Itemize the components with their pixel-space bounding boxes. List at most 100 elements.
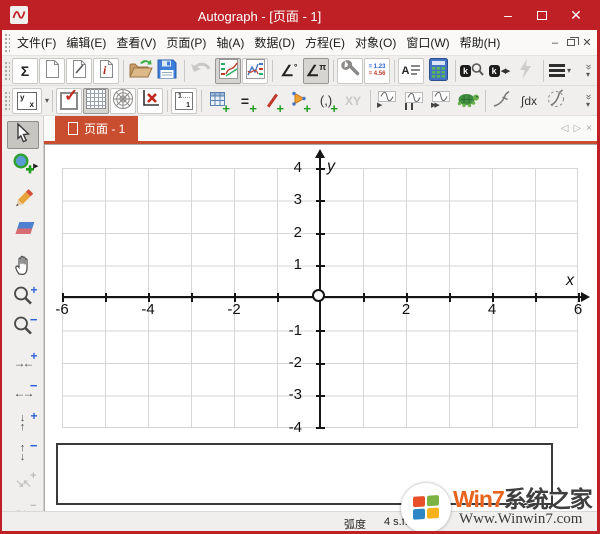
zoom-in-x-button[interactable]: →←+ — [7, 349, 39, 377]
degrees-mode-button[interactable]: ∠° — [276, 58, 302, 84]
zoom-out-button[interactable]: − — [7, 313, 39, 341]
cursor-arrow-icon — [13, 122, 33, 149]
main-area: ▶ + − →←+ ←→− ↓↑+ ↑↓− ↘↖+ ↖↘− » ▶ — [2, 116, 597, 511]
select-mode-button[interactable] — [7, 121, 39, 149]
minimize-button[interactable]: – — [491, 2, 525, 28]
pencil-draw-button[interactable] — [7, 187, 39, 215]
mdi-restore-button[interactable] — [563, 35, 579, 51]
show-grid-button[interactable] — [83, 88, 109, 114]
edit-axes-button[interactable]: yx — [12, 88, 42, 114]
calculator-button[interactable] — [425, 58, 451, 84]
arrows-out-icon: ←→ — [14, 386, 32, 400]
tools-sidebar: ▶ + − →←+ ←→− ↓↑+ ↑↓− ↘↖+ ↖↘− » ▶ — [2, 116, 44, 511]
fast-plot-button[interactable] — [513, 58, 539, 84]
toolbar-standard: Σ i ∠° ∠π = 1.23= 4.56 A k k◀▶ ▾ »▾ — [2, 56, 597, 86]
zoom-in-xy-button[interactable]: ↘↖+ — [7, 469, 39, 497]
statistics-sigma-button[interactable]: Σ — [12, 58, 38, 84]
overflow-arrow-icon: ▾ — [586, 101, 590, 109]
polar-grid-button[interactable] — [110, 88, 136, 114]
menu-file[interactable]: 文件(F) — [12, 34, 61, 51]
mdi-minimize-button[interactable]: – — [547, 35, 563, 51]
checkbox-check-icon: ✓ — [60, 92, 78, 110]
menu-view[interactable]: 查看(V) — [111, 34, 161, 51]
zoom-in-button[interactable]: + — [7, 283, 39, 311]
data-page-style-button[interactable] — [242, 58, 268, 84]
add-coordinates-button[interactable]: (,)+ — [313, 88, 339, 114]
x-tick-label: -4 — [141, 301, 154, 318]
maximize-button[interactable] — [525, 2, 559, 28]
plus-glyph: + — [30, 409, 37, 423]
menu-page[interactable]: 页面(P) — [161, 34, 211, 51]
animation-fast-forward-button[interactable]: ▶▶ — [428, 88, 454, 114]
window-title: Autograph - [页面 - 1] — [28, 6, 491, 25]
flyout-arrow-icon: ▶ — [33, 162, 38, 170]
add-equation-button[interactable]: =+ — [232, 88, 258, 114]
menu-equation[interactable]: 方程(E) — [300, 34, 350, 51]
xy-attributes-button[interactable]: XY — [340, 88, 366, 114]
toolbar2-overflow-button[interactable]: »▾ — [581, 93, 595, 109]
menu-window[interactable]: 窗口(W) — [401, 34, 454, 51]
new-page-button[interactable] — [39, 58, 65, 84]
menu-axes[interactable]: 轴(A) — [211, 34, 249, 51]
window-controls: – ✕ — [491, 2, 593, 28]
toolbar1-overflow-button[interactable]: »▾ — [581, 63, 595, 79]
menubar-grip[interactable] — [4, 33, 10, 53]
eraser-button[interactable] — [7, 217, 39, 245]
zoom-in-y-button[interactable]: ↓↑+ — [7, 409, 39, 437]
tab-page-1[interactable]: 页面 - 1 — [55, 116, 138, 141]
graph-page-style-button[interactable] — [215, 58, 241, 84]
close-page-button[interactable]: × — [586, 123, 592, 134]
radians-mode-button[interactable]: ∠π — [303, 58, 329, 84]
page-info-button[interactable]: i — [93, 58, 119, 84]
animation-pause-button[interactable] — [401, 88, 427, 114]
pencil-icon — [11, 187, 35, 216]
scribble-button[interactable] — [543, 88, 569, 114]
open-file-button[interactable] — [127, 58, 153, 84]
pan-hand-button[interactable] — [7, 253, 39, 281]
equal-aspect-button[interactable]: 11 — [171, 88, 197, 114]
decimal-places-button[interactable]: = 1.23= 4.56 — [364, 58, 390, 84]
whiteboard-pen-button[interactable] — [489, 88, 515, 114]
prev-page-button[interactable]: ◁ — [561, 123, 569, 134]
angle-degree-icon: ∠° — [280, 62, 297, 80]
text-box-button[interactable]: A — [398, 58, 424, 84]
next-page-button[interactable]: ▷ — [573, 123, 581, 134]
settings-button[interactable] — [337, 58, 363, 84]
minus-glyph: − — [30, 438, 38, 453]
toolbar1-grip[interactable] — [4, 61, 10, 81]
hide-axes-icon — [140, 89, 160, 112]
undo-button[interactable] — [188, 58, 214, 84]
minus-glyph: − — [30, 378, 38, 393]
x-axis-arrow-icon — [581, 292, 590, 302]
watermark: Win7系统之家 Www.Winwin7.com — [401, 479, 597, 531]
slow-plot-button[interactable] — [455, 88, 481, 114]
menu-object[interactable]: 对象(O) — [350, 34, 401, 51]
add-gradient-button[interactable]: + — [259, 88, 285, 114]
line-thickness-button[interactable]: ▾ — [547, 58, 573, 84]
zoom-out-y-button[interactable]: ↑↓− — [7, 439, 39, 467]
add-table-button[interactable]: + — [205, 88, 231, 114]
menu-edit[interactable]: 编辑(E) — [61, 34, 111, 51]
animation-play-button[interactable]: ▶ — [374, 88, 400, 114]
default-axes-button[interactable]: ✓ — [56, 88, 82, 114]
save-file-button[interactable] — [154, 58, 180, 84]
wave-icon — [378, 91, 396, 102]
toolbar2-grip[interactable] — [4, 91, 10, 111]
menu-help[interactable]: 帮助(H) — [455, 34, 506, 51]
graph-page[interactable]: -6 -4 -2 2 4 6 4 3 2 1 -1 -2 -3 -4 — [44, 144, 597, 511]
mdi-close-button[interactable]: ✕ — [579, 35, 595, 51]
edit-page-button[interactable] — [66, 58, 92, 84]
close-button[interactable]: ✕ — [559, 2, 593, 28]
constant-controller-button[interactable]: k◀▶ — [486, 58, 512, 84]
axes-dropdown-icon[interactable]: ▾ — [45, 96, 49, 105]
add-point-button[interactable]: ▶ — [7, 151, 39, 179]
zoom-out-x-button[interactable]: ←→− — [7, 379, 39, 407]
hide-axes-button[interactable] — [137, 88, 163, 114]
origin-marker[interactable] — [312, 289, 325, 302]
integral-button[interactable]: ∫dx — [516, 88, 542, 114]
y-tick-label: 3 — [260, 191, 302, 209]
add-vector-button[interactable]: + — [286, 88, 312, 114]
menu-data[interactable]: 数据(D) — [249, 34, 300, 51]
constant-spinner-button[interactable]: k — [459, 58, 485, 84]
autograph-logo-icon — [10, 6, 28, 24]
